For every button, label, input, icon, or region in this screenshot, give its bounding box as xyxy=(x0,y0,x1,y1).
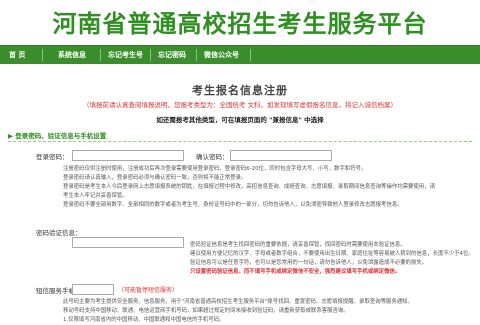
password-help-line: 注册密码仅供注册时使用，注册成功后再次登录需要使用登录密码，登录密码6-20位，… xyxy=(63,166,367,172)
nav-divider xyxy=(250,49,251,61)
password-label: 登录密码： xyxy=(36,153,69,161)
phone-help-line: 1.仅限填写河南省内的中国移动、中国联通和中国电信的手机号码。 xyxy=(63,317,225,323)
phone-hint: （可能暂停短信服务） xyxy=(118,287,179,294)
main-navbar: 首 页 系统信息 忘记考生号 忘记密码 微信公众号 xyxy=(0,45,480,64)
password-help-line: 登录密码不要全部用数字、全部相同的数字或者为考生号、身份证号码中的一部分，切勿告… xyxy=(63,202,403,208)
password-input[interactable] xyxy=(72,150,184,161)
registration-notice: （填报前请认真查阅填报说明，您报考类型为：全国统考 文科，如发现填写虚假报名信息… xyxy=(82,101,398,109)
additional-types-notice: 如还需报考其他类型，可在填报页面的 "兼报信息" 中选择 xyxy=(156,116,324,124)
verify-help-line: 密码验证信息是考生找回密码的重要依据，请妥善保管，找回密码时需要使用本验证信息。 xyxy=(190,242,406,248)
confirm-password-input[interactable] xyxy=(230,150,332,161)
phone-help-line: 此号码主要为考生提供安全服务、信息服务，用于"河南省普通高校招生考生服务平台"账… xyxy=(63,299,413,305)
nav-item-forgot-password[interactable]: 忘记密码 xyxy=(158,46,186,64)
nav-item-system-info[interactable]: 系统信息 xyxy=(58,46,86,64)
phone-input[interactable] xyxy=(72,284,114,295)
page-title: 考生报名信息注册 xyxy=(192,84,288,97)
nav-item-forgot-exam-number[interactable]: 忘记考生号 xyxy=(108,46,143,64)
phone-help-line: 移动号码支持中国移动、联通、电信运营商手机号码，如果超过规定时间未接收到验证码，… xyxy=(63,308,349,314)
password-help-line: 登录密码请认真输入，登录密码必须与确认密码一致，否则将不能正常登录。 xyxy=(63,175,247,181)
nav-divider xyxy=(100,49,101,61)
verify-info-label: 密码验证信息： xyxy=(36,229,82,237)
password-help-line: 考生本人牢记并妥善保管。 xyxy=(63,193,128,199)
section-title: ▶ 登录密码、验证信息与手机设置 xyxy=(8,132,107,140)
password-help: 注册密码仅供注册时使用，注册成功后再次登录需要使用登录密码，登录密码6-20位，… xyxy=(63,165,463,210)
verify-help-line: 验证信息可以是任意字符，也可以是您常用的一句话，请勿告诉他人，以免泄露造成不必要… xyxy=(190,260,428,266)
phone-help: 此号码主要为考生提供安全服务、信息服务，用于"河南省普通高校招生考生服务平台"账… xyxy=(63,298,463,325)
nav-divider xyxy=(150,49,151,61)
nav-item-home[interactable]: 首 页 xyxy=(9,46,25,64)
password-help-line: 登录密码是考生本人今后登录网上志愿填报系统的钥匙，在填报过程中修改，高招信息查询… xyxy=(63,184,435,190)
confirm-password-label: 确认密码： xyxy=(196,153,229,161)
verify-warning: 只设置密码验证信息，而不填写手机或绑定微信不安全，强烈建议填写手机或绑定微信。 xyxy=(190,269,401,275)
verify-help: 密码验证信息是考生找回密码的重要依据，请妥善保管，找回密码时需要使用本验证信息。… xyxy=(190,241,474,277)
section-divider xyxy=(8,141,472,142)
site-title: 河南省普通高校招生考生服务平台 xyxy=(52,10,428,38)
nav-divider xyxy=(42,49,43,61)
verify-help-line: 建议使用方便记忆的汉字、字母或者数字组合，不要使用出生日期、家庭住址等容易被人猜… xyxy=(190,251,474,257)
verify-info-input[interactable] xyxy=(72,237,184,248)
nav-divider xyxy=(196,49,197,61)
registration-panel: 考生报名信息注册 （填报前请认真查阅填报说明，您报考类型为：全国统考 文科，如发… xyxy=(0,64,480,323)
nav-item-wechat-account[interactable]: 微信公众号 xyxy=(204,46,239,64)
